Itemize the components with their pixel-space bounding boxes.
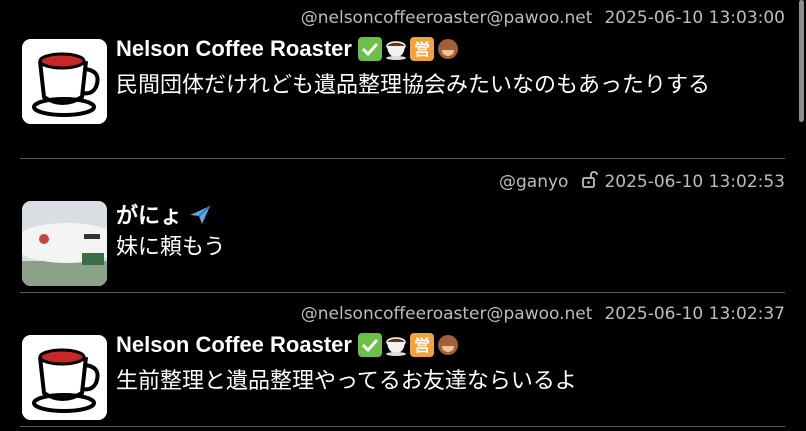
display-name[interactable]: Nelson Coffee Roaster 営 <box>116 36 460 62</box>
business-badge-icon: 営 <box>409 333 434 357</box>
divider <box>20 292 785 293</box>
post-body: 生前整理と遺品整理やってるお友達ならいるよ <box>116 369 577 394</box>
post-meta: @ganyo 2025-06-10 13:02:53 <box>499 170 785 193</box>
post-item[interactable]: @nelsoncoffeeroaster@pawoo.net 2025-06-1… <box>20 304 785 426</box>
post-meta: @nelsoncoffeeroaster@pawoo.net 2025-06-1… <box>301 304 785 324</box>
post-item[interactable]: @nelsoncoffeeroaster@pawoo.net 2025-06-1… <box>20 8 785 158</box>
airplane-icon <box>188 202 212 226</box>
post-handle[interactable]: @nelsoncoffeeroaster@pawoo.net <box>301 8 593 28</box>
avatar[interactable] <box>22 201 107 286</box>
scrollbar-thumb[interactable] <box>799 0 804 122</box>
unlock-icon <box>580 170 599 193</box>
post-body: 民間団体だけれども遺品整理協会みたいなのもあったりする <box>116 73 711 98</box>
post-handle[interactable]: @nelsoncoffeeroaster@pawoo.net <box>301 304 593 324</box>
avatar[interactable] <box>22 39 107 124</box>
coffee-cup-icon <box>384 37 408 61</box>
post-timestamp[interactable]: 2025-06-10 13:02:53 <box>604 172 785 192</box>
divider <box>20 426 785 427</box>
svg-text:営: 営 <box>414 336 430 355</box>
svg-text:営: 営 <box>414 40 430 59</box>
post-timestamp[interactable]: 2025-06-10 13:02:37 <box>604 304 785 324</box>
check-mark-icon <box>357 333 382 357</box>
coffee-cup-avatar-icon <box>22 335 107 420</box>
airplane-photo-avatar-icon <box>22 201 107 286</box>
monkey-icon <box>436 333 460 357</box>
post-body: 妹に頼もう <box>116 235 226 260</box>
avatar[interactable] <box>22 335 107 420</box>
post-item[interactable]: @ganyo 2025-06-10 13:02:53 がにょ 妹に頼もう <box>20 170 785 292</box>
scrollbar[interactable] <box>793 0 806 431</box>
monkey-icon <box>436 37 460 61</box>
timeline[interactable]: @nelsoncoffeeroaster@pawoo.net 2025-06-1… <box>0 0 793 431</box>
divider <box>20 158 785 159</box>
coffee-cup-icon <box>384 333 408 357</box>
post-meta: @nelsoncoffeeroaster@pawoo.net 2025-06-1… <box>301 8 785 28</box>
display-name[interactable]: がにょ <box>116 198 212 230</box>
post-timestamp[interactable]: 2025-06-10 13:03:00 <box>604 8 785 28</box>
check-mark-icon <box>357 37 382 61</box>
display-name[interactable]: Nelson Coffee Roaster 営 <box>116 332 460 358</box>
business-badge-icon: 営 <box>409 37 434 61</box>
post-handle[interactable]: @ganyo <box>499 172 568 192</box>
coffee-cup-avatar-icon <box>22 39 107 124</box>
